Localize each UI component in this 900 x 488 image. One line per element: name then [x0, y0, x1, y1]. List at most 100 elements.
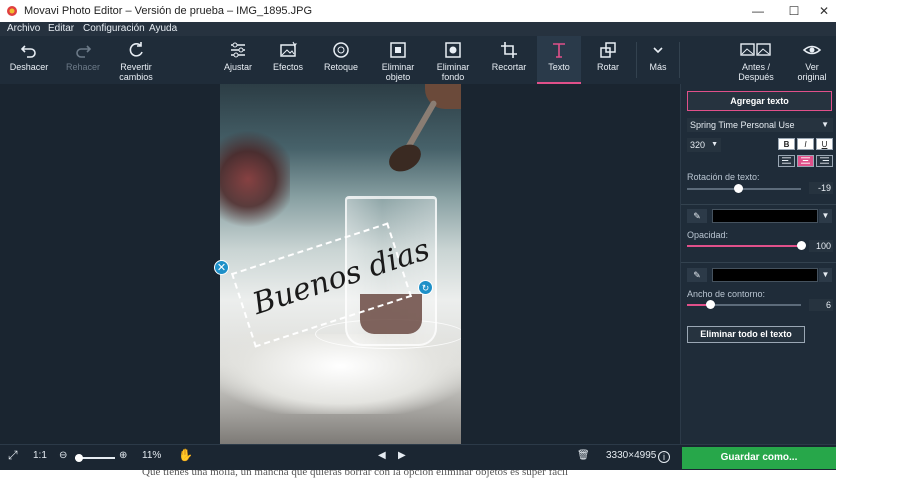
- tool-retoque-label: Retoque: [323, 62, 359, 72]
- eyedropper-icon: ✎: [693, 270, 701, 280]
- font-select-value: Spring Time Personal Use: [690, 120, 795, 130]
- eyedropper-icon: ✎: [693, 211, 701, 221]
- menu-ayuda[interactable]: Ayuda: [149, 23, 177, 34]
- revert-changes-button[interactable]: Revertir cambios: [110, 36, 162, 84]
- font-size-value: 320: [690, 140, 706, 150]
- outline-color-dropdown-icon[interactable]: ▼: [819, 268, 832, 282]
- tool-rotar-label: Rotar: [596, 62, 619, 72]
- tool-efectos-label: Efectos: [272, 62, 303, 72]
- align-right-button[interactable]: [816, 155, 833, 167]
- caret-down-icon: ▼: [821, 120, 829, 129]
- tool-efectos[interactable]: Efectos: [266, 36, 310, 84]
- zoom-in-icon[interactable]: ⊕: [119, 450, 127, 461]
- image-canvas[interactable]: Buenos dias ✕ ↻: [0, 84, 680, 444]
- text-color-picker-button[interactable]: ✎: [687, 209, 707, 223]
- align-left-icon: [782, 157, 791, 164]
- rotation-value[interactable]: -19: [809, 182, 833, 194]
- next-image-icon[interactable]: ▶: [398, 450, 406, 461]
- text-icon: [549, 40, 569, 60]
- align-left-button[interactable]: [778, 155, 795, 167]
- toolbar-divider: [636, 42, 637, 78]
- outline-color-picker-button[interactable]: ✎: [687, 268, 707, 282]
- undo-button[interactable]: Deshacer: [2, 36, 56, 84]
- rotation-slider-knob[interactable]: [734, 184, 744, 193]
- add-text-button[interactable]: Agregar texto: [687, 91, 832, 111]
- bold-button[interactable]: B: [778, 138, 795, 150]
- tool-eliminar-fondo-label-2: fondo: [441, 72, 465, 82]
- align-center-button[interactable]: [797, 155, 814, 167]
- hand-tool-icon[interactable]: ✋: [178, 448, 193, 462]
- previous-image-icon[interactable]: ◀: [378, 450, 386, 461]
- text-color-swatch[interactable]: [712, 209, 818, 223]
- font-size-select[interactable]: 320 ▼: [687, 138, 721, 152]
- tool-eliminar-fondo-label-1: Eliminar: [436, 62, 470, 72]
- tool-eliminar-objeto[interactable]: Eliminar objeto: [374, 36, 422, 84]
- minimize-icon[interactable]: —: [740, 0, 776, 22]
- tool-texto[interactable]: Texto: [537, 36, 581, 84]
- panel-divider: [681, 204, 836, 205]
- undo-icon: [19, 40, 39, 60]
- save-as-button[interactable]: Guardar como...: [682, 447, 836, 469]
- info-icon[interactable]: i: [658, 451, 670, 463]
- revert-label-2: cambios: [119, 72, 153, 82]
- title-bar: Movavi Photo Editor – Versión de prueba …: [0, 0, 836, 22]
- eye-icon: [802, 40, 822, 60]
- undo-label: Deshacer: [9, 62, 49, 72]
- view-original-label-1: Ver: [805, 62, 819, 72]
- outline-color-swatch[interactable]: [712, 268, 818, 282]
- caret-down-icon: ▼: [711, 141, 718, 148]
- view-original-button[interactable]: Ver original: [792, 36, 832, 84]
- zoom-slider[interactable]: [75, 454, 115, 462]
- outline-width-slider-knob[interactable]: [705, 300, 715, 309]
- zoom-out-icon[interactable]: ⊖: [59, 450, 67, 461]
- zoom-1-1-button[interactable]: 1:1: [33, 450, 47, 461]
- before-after-label-1: Antes /: [741, 62, 770, 72]
- menu-editar[interactable]: Editar: [48, 23, 74, 34]
- tool-ajustar[interactable]: Ajustar: [216, 36, 260, 84]
- tool-rotar[interactable]: Rotar: [586, 36, 630, 84]
- underline-button[interactable]: U: [816, 138, 833, 150]
- tool-eliminar-fondo[interactable]: Eliminar fondo: [430, 36, 476, 84]
- tool-mas[interactable]: Más: [640, 36, 676, 84]
- photo-background-jar: [220, 124, 290, 234]
- crop-icon: [499, 40, 519, 60]
- delete-text-icon[interactable]: ✕: [214, 260, 229, 275]
- outline-width-label: Ancho de contorno:: [687, 289, 766, 299]
- fit-screen-icon[interactable]: ⤢: [8, 448, 18, 463]
- eraser-icon: [388, 40, 408, 60]
- opacity-slider-knob[interactable]: [797, 241, 806, 250]
- close-icon[interactable]: ✕: [806, 0, 836, 22]
- effects-icon: [278, 40, 298, 60]
- opacity-slider[interactable]: [687, 241, 806, 250]
- tool-retoque[interactable]: Retoque: [318, 36, 364, 84]
- rotate-handle-icon[interactable]: ↻: [418, 280, 433, 295]
- tool-ajustar-label: Ajustar: [223, 62, 252, 72]
- redo-icon: [73, 40, 93, 60]
- outline-width-value[interactable]: 6: [809, 299, 833, 311]
- rotation-slider[interactable]: [687, 184, 801, 193]
- opacity-value[interactable]: 100: [809, 240, 833, 252]
- font-select[interactable]: Spring Time Personal Use ▼: [687, 118, 833, 132]
- outline-width-slider[interactable]: [687, 300, 801, 309]
- redo-button[interactable]: Rehacer: [58, 36, 108, 84]
- underlying-page-text: Que tienes una molia, un mancha que quie…: [142, 470, 569, 478]
- rotation-slider-fill: [687, 188, 739, 190]
- menu-archivo[interactable]: Archivo: [7, 23, 40, 34]
- text-color-dropdown-icon[interactable]: ▼: [819, 209, 832, 223]
- text-settings-panel: Agregar texto Spring Time Personal Use ▼…: [680, 84, 836, 444]
- before-after-button[interactable]: Antes / Después: [730, 36, 782, 84]
- menu-configuracion[interactable]: Configuración: [83, 23, 145, 34]
- sliders-icon: [228, 40, 248, 60]
- rotation-label: Rotación de texto:: [687, 172, 760, 182]
- menu-bar: Archivo Editar Configuración Ayuda: [0, 22, 836, 36]
- desktop-background: [836, 0, 900, 470]
- zoom-slider-knob[interactable]: [75, 454, 83, 462]
- tool-eliminar-objeto-label-2: objeto: [385, 72, 411, 82]
- trash-icon[interactable]: 🗑: [577, 450, 590, 461]
- tool-recortar[interactable]: Recortar: [486, 36, 532, 84]
- clear-all-text-button[interactable]: Eliminar todo el texto: [687, 326, 805, 343]
- refresh-icon: [126, 40, 146, 60]
- tool-recortar-label: Recortar: [491, 62, 527, 72]
- italic-button[interactable]: I: [797, 138, 814, 150]
- align-right-icon: [820, 157, 829, 164]
